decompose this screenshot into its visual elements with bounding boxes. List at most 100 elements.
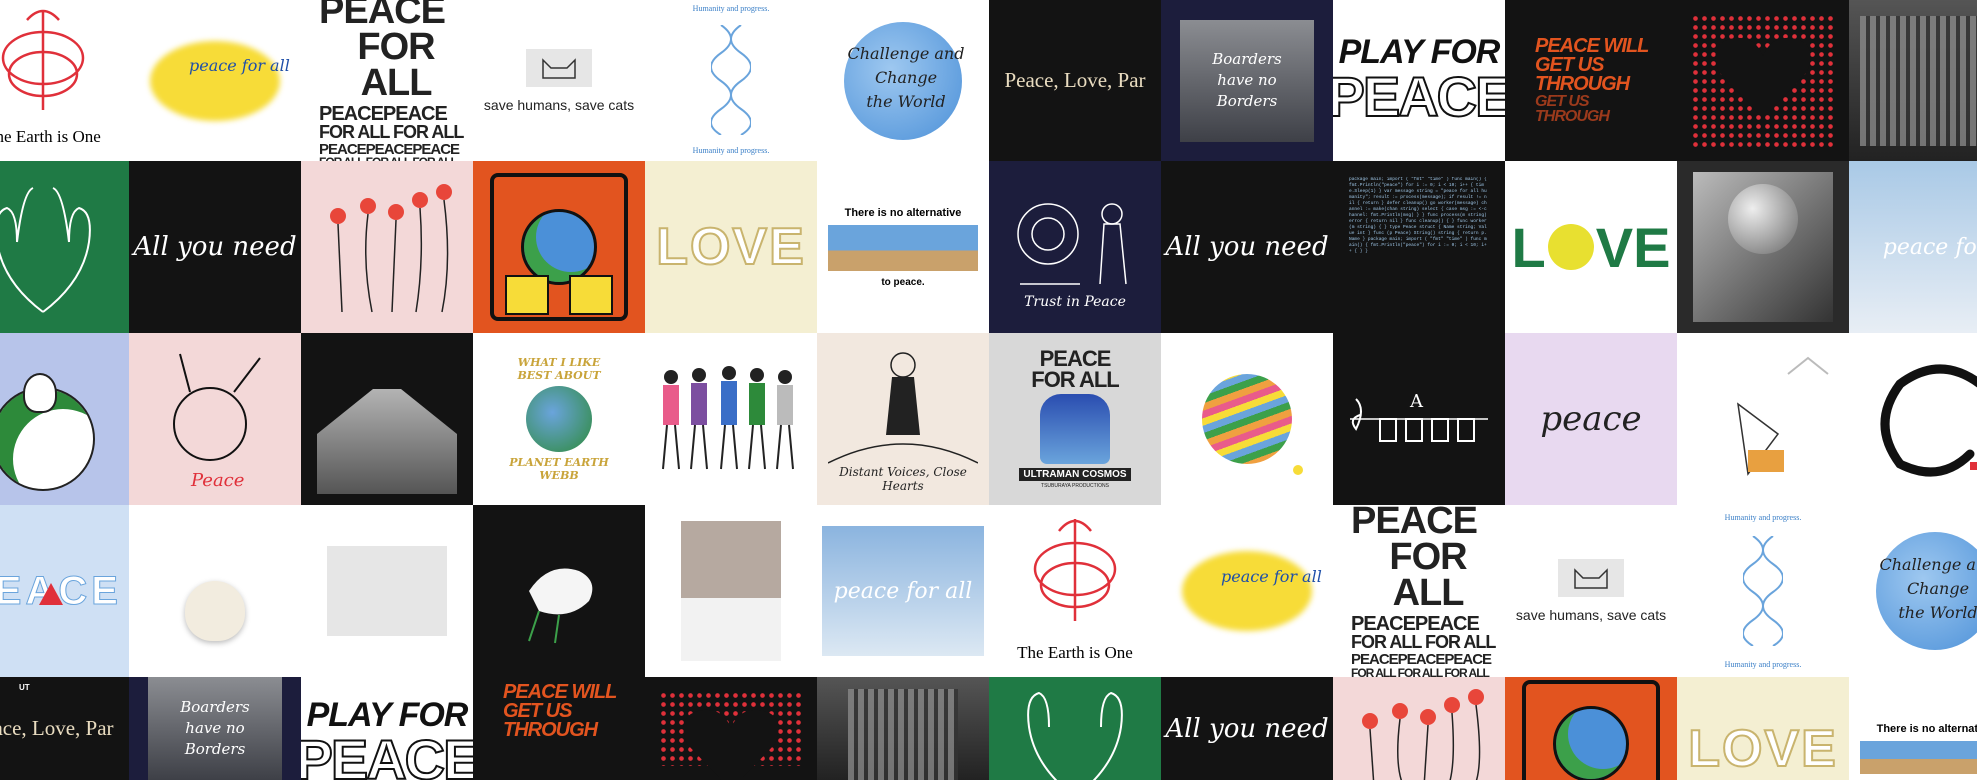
tile-earth-is-one[interactable]: The Earth is One <box>0 0 129 161</box>
tile-globe-photo[interactable] <box>1677 161 1849 333</box>
tile-dotted-heart[interactable] <box>1677 0 1849 161</box>
tile-earth-is-one-2[interactable]: The Earth is One <box>989 505 1161 677</box>
tile-humanity-progress-2[interactable]: Humanity and progress. Humanity and prog… <box>1677 505 1849 677</box>
tile-haring-globe[interactable] <box>473 161 645 333</box>
landscape-photo <box>828 224 978 271</box>
tile-bw-crowd-photo-2[interactable] <box>817 677 989 780</box>
tile-black-dove[interactable] <box>473 505 645 677</box>
tile-challenge-change-2[interactable]: Challenge and Change the World <box>1849 505 1977 677</box>
enso-brush-circle <box>1880 364 1977 477</box>
tile-humanity-progress[interactable]: Humanity and progress. Humanity and prog… <box>645 0 817 161</box>
tile-borders-2[interactable]: Boarders have no Borders <box>129 677 301 780</box>
tile-peace-for-all-sky[interactable]: peace for all <box>817 505 989 677</box>
tile-webb-earth[interactable]: WHAT I LIKE BEST ABOUT PLANET EARTH WEBB <box>473 333 645 505</box>
tile-love-tennis[interactable]: L V E <box>1505 161 1677 333</box>
dna-helix-illustration-2 <box>1743 536 1783 646</box>
tile-peace-will[interactable]: PEACE WILL GET US THROUGH GET US THROUGH <box>1505 0 1677 161</box>
tile-trust-in-peace[interactable]: Trust in Peace <box>989 161 1161 333</box>
tile-save-cats-2[interactable]: save humans, save cats <box>1505 505 1677 677</box>
tile-save-cats[interactable]: save humans, save cats <box>473 0 645 161</box>
no-alternative-text-2: There is no alternative <box>1876 723 1977 735</box>
peace-love-text-2: Peace, Love, Par <box>0 716 114 740</box>
humanity-top-text-2: Humanity and progress. <box>1724 513 1802 522</box>
tile-music-notes[interactable]: A <box>1333 333 1505 505</box>
peace-outline-text-2: PEACE <box>301 727 473 780</box>
all-you-need-text: All you need <box>133 232 297 262</box>
tile-dotted-heart-2[interactable] <box>645 677 817 780</box>
tile-love-peanuts-2[interactable]: LOVE <box>1677 677 1849 780</box>
peace-will2-line-3: THROUGH <box>503 719 598 741</box>
music-staff-illustration: A <box>1350 391 1488 442</box>
to-peace-text: to peace. <box>881 276 925 288</box>
tile-bird-girl[interactable] <box>1677 333 1849 505</box>
tile-enso-circle[interactable] <box>1849 333 1977 505</box>
tsuburaya-text: TSUBURAYA PRODUCTIONS <box>1041 483 1109 490</box>
tile-all-you-need-2[interactable]: All you need <box>1161 161 1333 333</box>
dove-script-text: peace for all <box>189 56 290 75</box>
tile-blank-print[interactable] <box>301 505 473 677</box>
tile-no-alternative-2[interactable]: There is no alternative <box>1849 677 1977 780</box>
tile-white-cat[interactable] <box>129 505 301 677</box>
tile-yellow-dove-2[interactable]: peace for all <box>1161 505 1333 677</box>
tile-no-alternative[interactable]: There is no alternative to peace. <box>817 161 989 333</box>
tile-walking-people[interactable] <box>645 333 817 505</box>
hands-line-illustration-2 <box>1027 691 1123 780</box>
all-you-need-text-3: All you need <box>1165 713 1329 744</box>
tile-all-you-need-3[interactable]: All you need <box>1161 677 1333 780</box>
webb-line-1: WHAT I LIKE <box>517 356 601 369</box>
tile-play-for-peace-2[interactable]: PLAY FOR PEACE <box>301 677 473 780</box>
tile-haring-globe-2[interactable] <box>1505 677 1677 780</box>
tile-peace-for-sky[interactable]: peace for <box>1849 161 1977 333</box>
peace-stack-line-3: PEACEPEACE <box>319 102 448 125</box>
peace-stack2-line-4: FOR ALL FOR ALL <box>1351 632 1496 653</box>
tile-ultraman[interactable]: PEACE FOR ALL ULTRAMAN COSMOS TSUBURAYA … <box>989 333 1161 505</box>
tile-code-print[interactable]: package main; import ( "fmt" "time" ) fu… <box>1333 161 1505 333</box>
tile-all-you-need-1[interactable]: All you need <box>129 161 301 333</box>
tile-red-flowers-2[interactable] <box>1333 677 1505 780</box>
tile-green-hands-2[interactable] <box>989 677 1161 780</box>
tile-challenge-change[interactable]: Challenge and Change the World <box>817 0 989 161</box>
tile-peace-for-all-stack[interactable]: PEACE FOR ALL PEACEPEACE FOR ALL FOR ALL… <box>301 0 473 161</box>
tile-peace-love[interactable]: Peace, Love, Par <box>989 0 1161 161</box>
tile-miffy-globe[interactable] <box>0 333 129 505</box>
tile-green-hands[interactable] <box>0 161 129 333</box>
peace-for-all-script-text: peace for all <box>833 578 973 604</box>
haring-frame-2 <box>1522 679 1660 780</box>
tile-borders[interactable]: Boarders have no Borders <box>1161 0 1333 161</box>
peace-stack2-line-6: FOR ALL FOR ALL FOR ALL <box>1351 665 1490 677</box>
tile-peace-blue[interactable]: PEACE <box>0 505 129 677</box>
tile-play-for-peace[interactable]: PLAY FOR PEACE <box>1333 0 1505 161</box>
tile-bw-crowd-photo[interactable] <box>1849 0 1977 161</box>
yellow-dot <box>1293 465 1303 475</box>
peace-will-line-1: PEACE WILL <box>1535 34 1649 57</box>
tile-yellow-dove[interactable]: peace for all <box>129 0 301 161</box>
love-letter-l: L <box>1511 215 1546 279</box>
tile-peace-for-all-stack-2[interactable]: PEACE FOR ALL PEACEPEACE FOR ALL FOR ALL… <box>1333 505 1505 677</box>
mountain-photo <box>317 389 457 494</box>
love-characters-text-2: LOVE <box>1687 719 1838 779</box>
tile-distant-voices[interactable]: Distant Voices, Close Hearts <box>817 333 989 505</box>
tshirt-collage-grid: The Earth is One peace for all PEACE FOR… <box>0 0 1977 780</box>
tile-peace-lavender[interactable]: peace <box>1505 333 1677 505</box>
save-cats-text-2: save humans, save cats <box>1515 607 1667 623</box>
tile-rabbit-peace[interactable]: Peace <box>129 333 301 505</box>
crowd-photo <box>1860 15 1977 146</box>
humanity-top-text: Humanity and progress. <box>692 4 770 13</box>
peace-stack-line-2: FOR ALL <box>357 25 435 104</box>
challenge-line-2: the World <box>866 92 946 111</box>
tile-snow-photo[interactable] <box>645 505 817 677</box>
tile-red-flowers[interactable] <box>301 161 473 333</box>
hands-line-illustration <box>0 187 91 313</box>
crowd-photo-2 <box>848 688 958 780</box>
tile-rainbow-circle[interactable] <box>1161 333 1333 505</box>
earth-is-one-text: The Earth is One <box>0 127 101 146</box>
cat-face-icon <box>526 48 592 87</box>
peace-will-line-2: GET US <box>1535 53 1604 76</box>
tile-peace-love-2[interactable]: Peace, Love, Par UT <box>0 677 129 780</box>
peace-will-line-5: THROUGH <box>1535 108 1610 125</box>
heart-icon-2 <box>683 709 779 780</box>
tile-peace-will-2[interactable]: PEACE WILL GET US THROUGH <box>473 677 645 780</box>
tile-love-peanuts[interactable]: LOVE <box>645 161 817 333</box>
tile-mount-fuji[interactable] <box>301 333 473 505</box>
peace-pink-text: peace <box>1540 399 1642 439</box>
